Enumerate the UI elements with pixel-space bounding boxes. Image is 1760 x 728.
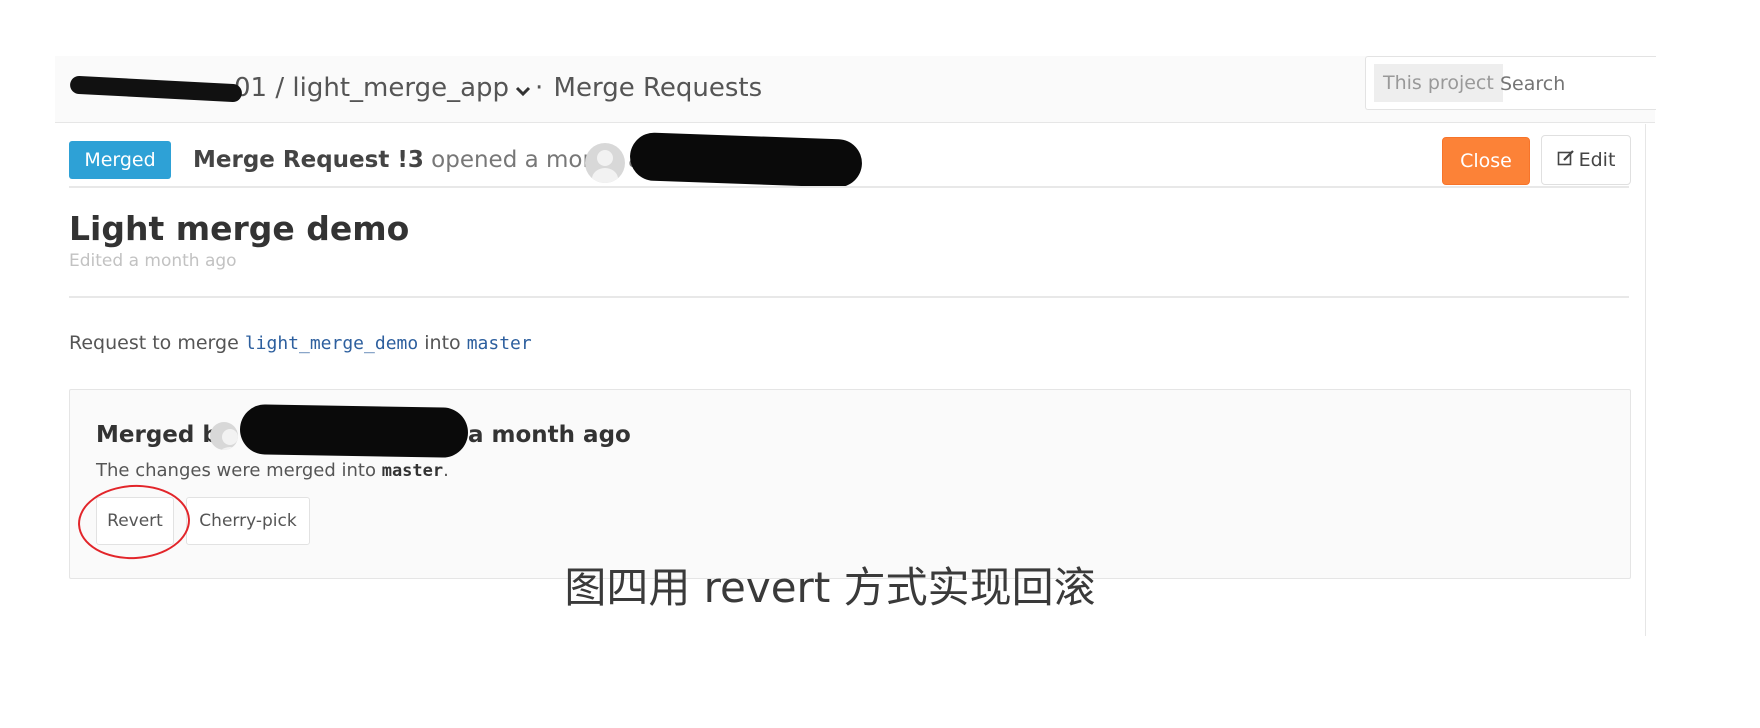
edited-timestamp: Edited a month ago (69, 251, 237, 271)
edit-button-label: Edit (1578, 148, 1616, 171)
source-branch[interactable]: light_merge_demo (245, 333, 418, 354)
merger-avatar[interactable] (210, 422, 238, 450)
redacted-merger-name (239, 404, 469, 458)
breadcrumb-separator: / (275, 73, 285, 103)
status-badge: Merged (69, 141, 171, 179)
breadcrumb-section[interactable]: Merge Requests (554, 73, 763, 103)
merge-request-screenshot: 01 / light_merge_app · Merge Requests Thi… (55, 56, 1656, 636)
figure-caption: 图四用 revert 方式实现回滚 (564, 563, 1096, 612)
merge-request-header: Merged Merge Request !3 opened a month a… (69, 131, 1631, 189)
chevron-down-icon[interactable] (515, 71, 531, 107)
request-into: into (424, 332, 461, 354)
close-button[interactable]: Close (1442, 137, 1530, 185)
header-divider (69, 186, 1629, 188)
revert-button[interactable]: Revert (96, 497, 174, 545)
breadcrumb-dot: · (535, 73, 544, 103)
edit-button[interactable]: Edit (1541, 135, 1631, 185)
author-avatar[interactable] (585, 143, 625, 183)
search-input[interactable] (1498, 64, 1652, 104)
redacted-namespace (69, 75, 243, 102)
breadcrumb-project[interactable]: light_merge_app (292, 73, 509, 103)
changes-prefix: The changes were merged into (96, 460, 376, 481)
pencil-icon (1557, 149, 1575, 172)
cherry-pick-button[interactable]: Cherry-pick (186, 497, 310, 545)
changes-branch: master (381, 461, 444, 481)
merged-status-panel: Merged by a month ago The changes were m… (69, 389, 1631, 579)
merge-request-branches: Request to merge light_merge_demo into m… (69, 330, 532, 357)
merged-changes-text: The changes were merged into master. (96, 458, 449, 484)
top-bar: 01 / light_merge_app · Merge Requests Thi… (55, 56, 1656, 123)
merge-request-id: Merge Request !3 (193, 147, 424, 173)
search-box: This project (1365, 56, 1656, 110)
target-branch[interactable]: master (467, 333, 532, 354)
changes-suffix: . (443, 460, 449, 481)
breadcrumb: 01 / light_merge_app · Merge Requests (69, 70, 763, 107)
request-prefix: Request to merge (69, 332, 239, 354)
redacted-author-name (629, 131, 863, 189)
page-title: Light merge demo (69, 209, 410, 248)
title-divider (69, 296, 1629, 298)
search-scope[interactable]: This project (1374, 64, 1503, 102)
merged-time: a month ago (468, 422, 631, 448)
